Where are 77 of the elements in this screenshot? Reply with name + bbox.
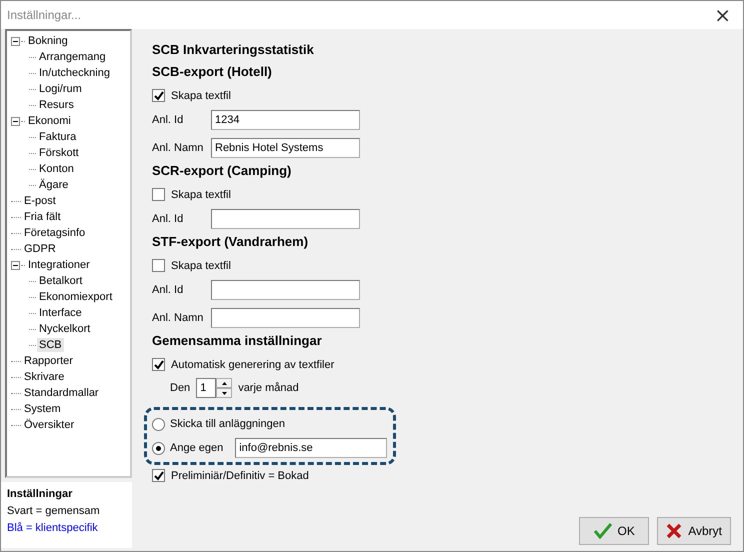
tree-item[interactable]: SCB [37, 338, 64, 352]
tree-item[interactable]: E-post [22, 194, 58, 208]
tree-item[interactable]: System [22, 402, 63, 416]
radio-label: Skicka till anläggningen [170, 418, 285, 430]
input-field[interactable] [211, 209, 360, 229]
tree-item[interactable]: Standardmallar [22, 386, 101, 400]
cancel-button[interactable]: Avbryt [657, 517, 731, 545]
radio-button[interactable] [152, 442, 165, 454]
tree-item[interactable]: Arrangemang [37, 50, 108, 64]
ok-button[interactable]: OK [579, 517, 650, 545]
down-icon [222, 392, 227, 394]
tree-item[interactable]: Integrationer [26, 258, 92, 272]
collapse-icon[interactable] [11, 260, 20, 270]
tree-item[interactable]: Förskott [37, 146, 81, 160]
input-field[interactable]: 1234 [211, 110, 360, 130]
field-label: Anl. Id [152, 114, 184, 126]
spin-down-button[interactable] [216, 388, 232, 398]
check-icon [154, 90, 164, 100]
input-field[interactable]: Rebnis Hotel Systems [211, 138, 360, 158]
legend-text: Blå = klientspecifik [7, 522, 99, 534]
tree-item[interactable]: Översikter [22, 418, 76, 432]
section-heading: Gemensamma inställningar [152, 332, 323, 350]
input-field[interactable] [211, 308, 360, 328]
page-heading: SCB Inkvarteringsstatistik [152, 41, 315, 59]
tree-item[interactable]: Ekonomi [26, 114, 73, 128]
checkbox[interactable] [152, 188, 165, 201]
spin-up-button[interactable] [216, 378, 232, 388]
section-heading: SCB-export (Hotell) [152, 63, 273, 81]
tree-item[interactable]: Skrivare [22, 370, 66, 384]
tree-item[interactable]: Rapporter [22, 354, 75, 368]
radio-button[interactable] [152, 418, 165, 430]
checkmark-icon [594, 523, 612, 539]
checkbox-label: Skapa textfil [171, 188, 231, 200]
checkbox[interactable] [152, 358, 165, 371]
tree-item[interactable]: Resurs [37, 98, 76, 112]
tree-item[interactable]: Ekonomiexport [37, 290, 114, 304]
close-icon [666, 523, 682, 539]
checkbox-label: Skapa textfil [171, 90, 231, 102]
check-icon [154, 470, 164, 480]
tree-item[interactable]: Betalkort [37, 274, 84, 288]
tree-item[interactable]: Interface [37, 306, 84, 320]
field-label: Anl. Namn [152, 312, 204, 324]
tree-item[interactable]: GDPR [22, 242, 58, 256]
close-button[interactable]: × [710, 5, 735, 25]
tree-item[interactable]: Företagsinfo [22, 226, 88, 240]
field-label: Anl. Namn [152, 142, 204, 154]
collapse-icon[interactable] [11, 116, 20, 126]
day-field[interactable]: 1 [196, 378, 216, 398]
field-label: Anl. Id [152, 213, 184, 225]
spinner-label: varje månad [238, 382, 299, 394]
section-heading: STF-export (Vandrarhem) [152, 233, 310, 251]
collapse-icon[interactable] [11, 36, 20, 46]
up-icon [222, 382, 227, 384]
input-field[interactable] [211, 280, 360, 300]
checkbox-label: Automatisk generering av textfiler [171, 358, 334, 370]
tree-item[interactable]: Bokning [26, 34, 70, 48]
tree-item[interactable]: In/utcheckning [37, 66, 112, 80]
section-heading: SCR-export (Camping) [152, 162, 292, 180]
checkbox-label: Skapa textfil [171, 260, 231, 272]
tree-item[interactable]: Faktura [37, 130, 78, 144]
legend-title: Inställningar [7, 488, 74, 500]
checkbox[interactable] [152, 469, 165, 482]
spinner-label: Den [170, 382, 190, 394]
check-icon [154, 360, 164, 370]
window-title: Inställningar... [7, 8, 82, 22]
tree-item[interactable]: Fria fält [22, 210, 63, 224]
email-field[interactable]: info@rebnis.se [235, 438, 388, 458]
tree-item[interactable]: Nyckelkort [37, 322, 92, 336]
radio-label: Ange egen [170, 442, 224, 454]
checkbox[interactable] [152, 259, 165, 272]
tree-item[interactable]: Ägare [37, 178, 70, 192]
checkbox[interactable] [152, 89, 165, 102]
tree-item[interactable]: Logi/rum [37, 82, 84, 96]
legend-text: Svart = gemensam [7, 505, 101, 517]
tree-item[interactable]: Konton [37, 162, 76, 176]
field-label: Anl. Id [152, 284, 184, 296]
checkbox-label: Preliminiär/Definitiv = Bokad [171, 470, 309, 482]
